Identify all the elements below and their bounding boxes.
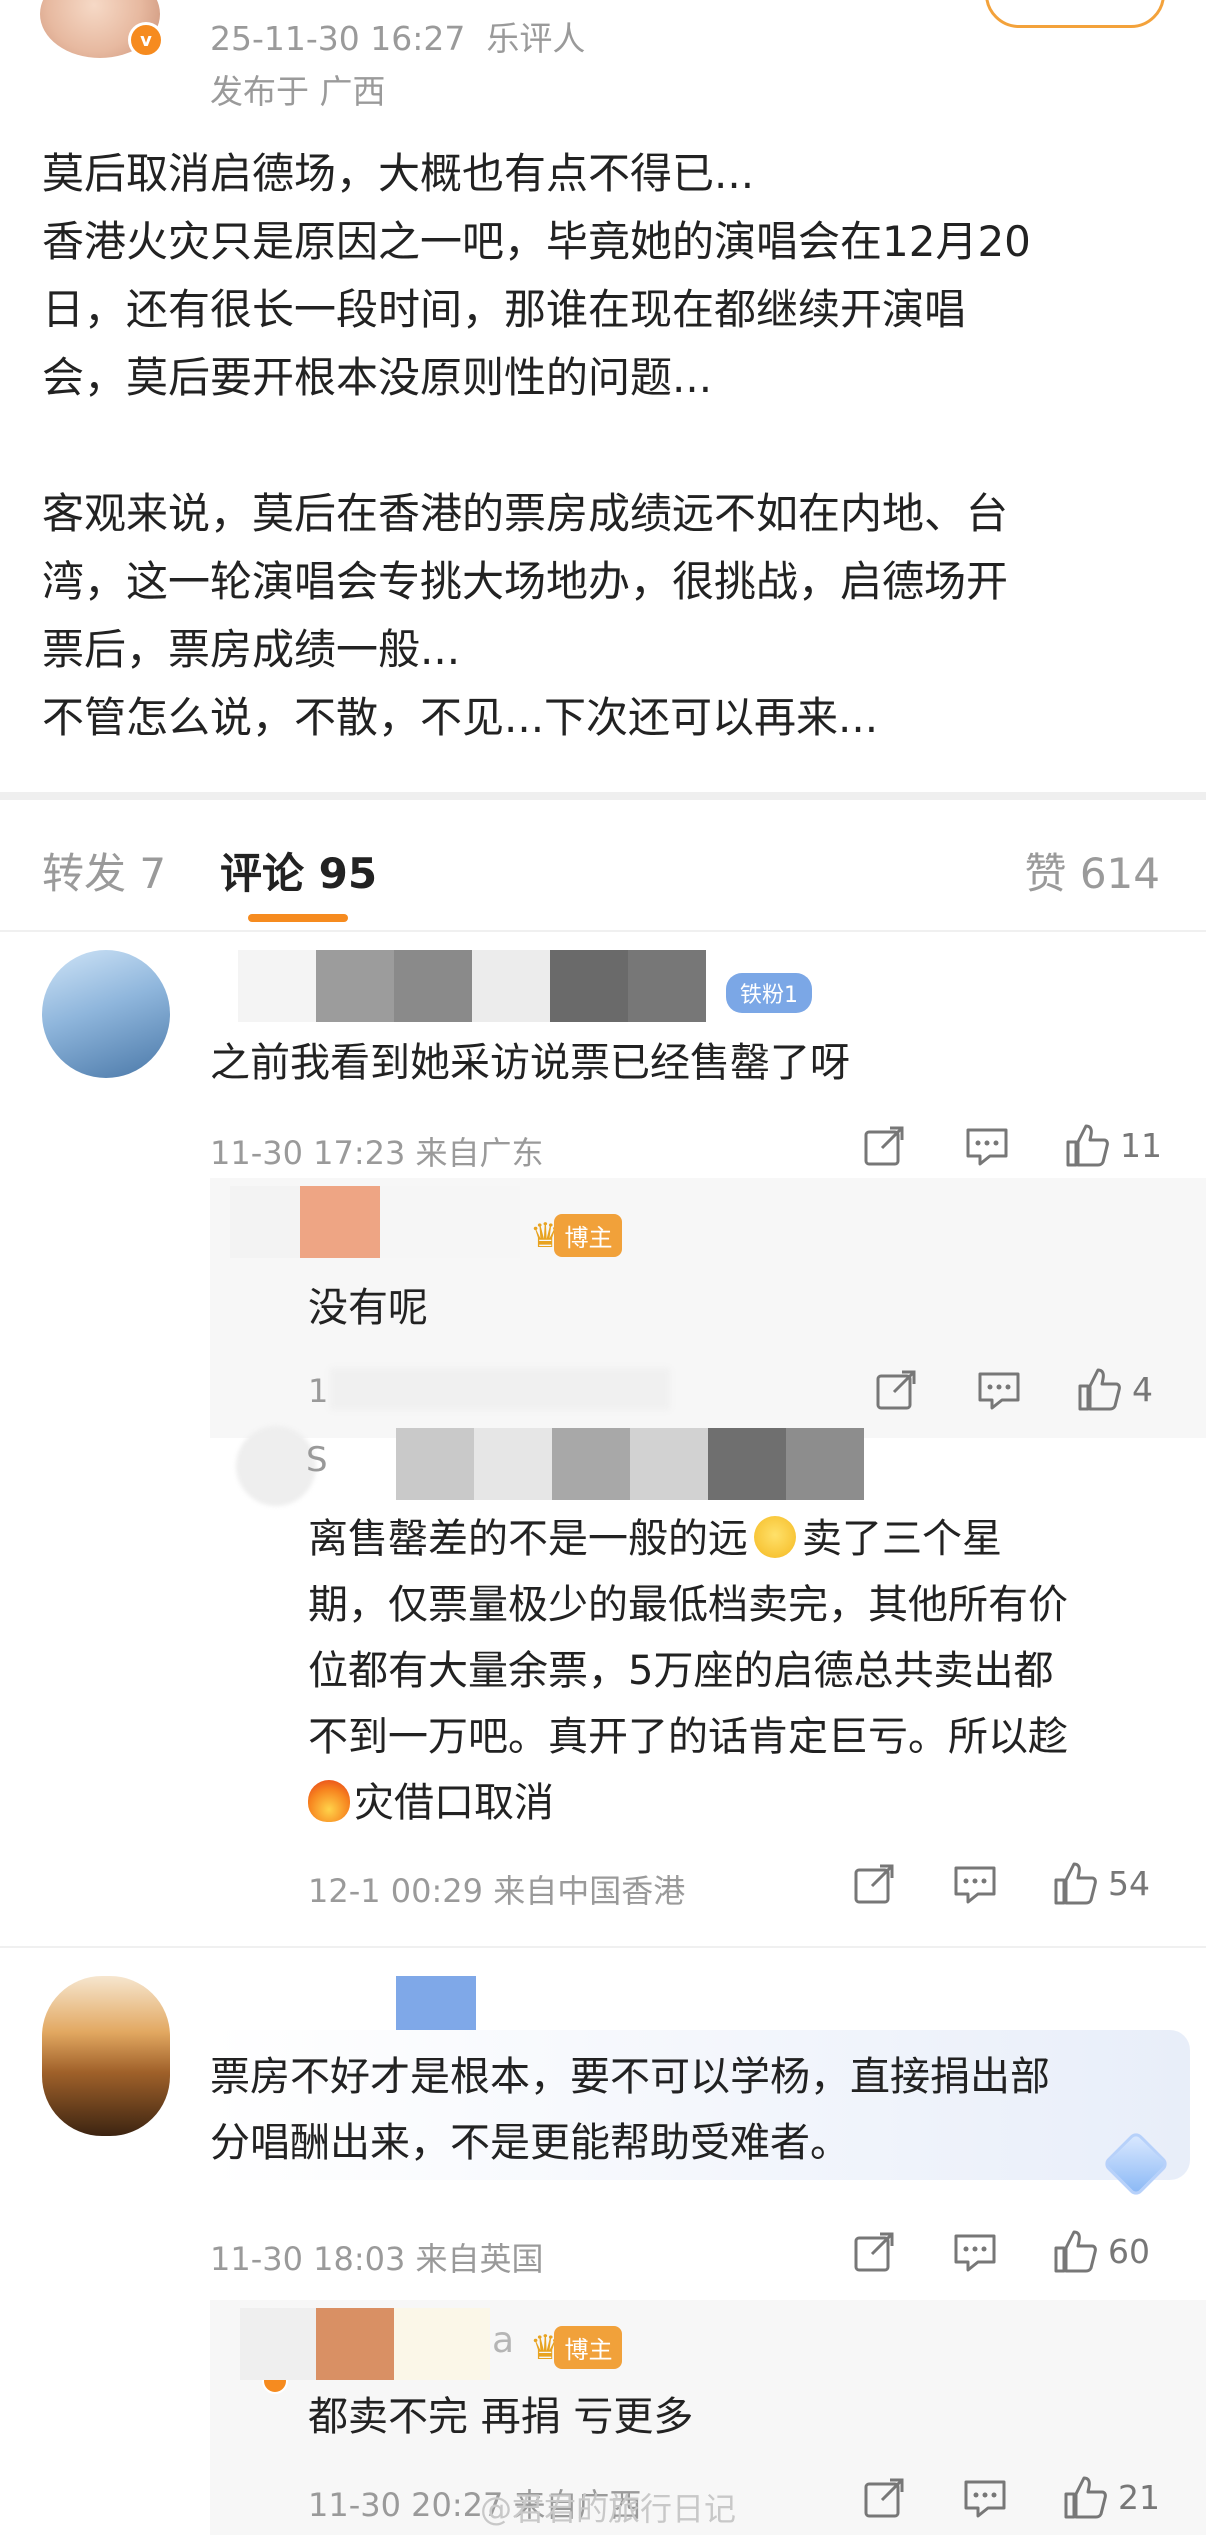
post-line: 会，莫后要开根本没原则性的问题... bbox=[42, 353, 713, 402]
reply-text-line: 不到一万吧。真开了的话肯定巨亏。所以趁 bbox=[308, 1714, 1068, 1760]
comment-icon[interactable] bbox=[976, 1368, 1022, 1412]
blogger-badge: ♛ 博主 bbox=[530, 1214, 623, 1257]
comment-icon[interactable] bbox=[952, 1862, 998, 1906]
fan-badge: 铁粉1 bbox=[726, 973, 812, 1013]
post-line: 票后，票房成绩一般... bbox=[42, 625, 461, 674]
reply-name-blurred[interactable] bbox=[396, 1428, 864, 1500]
comment-icon[interactable] bbox=[952, 2230, 998, 2274]
reply-meta: 1 bbox=[308, 1372, 329, 1410]
post-meta: 25-11-30 16:27 乐评人 bbox=[210, 12, 585, 60]
reply-text-line: 离售罄差的不是一般的远 bbox=[308, 1516, 748, 1562]
verified-icon: v bbox=[128, 22, 164, 58]
share-icon[interactable] bbox=[852, 1862, 896, 1906]
comment-meta: 11-30 18:03 来自英国 bbox=[210, 2240, 544, 2278]
post-source: 乐评人 bbox=[486, 19, 586, 58]
post-line: 湾，这一轮演唱会专挑大场地办，很挑战，启德场开 bbox=[42, 557, 1009, 606]
reply-name-blurred[interactable] bbox=[240, 2308, 490, 2380]
reply-text-line: 期，仅票量极少的最低档卖完，其他所有价 bbox=[308, 1582, 1068, 1628]
like-button[interactable]: 60 bbox=[1052, 2228, 1150, 2274]
reply-text-line: 位都有大量余票，5万座的启德总共卖出都 bbox=[308, 1648, 1054, 1694]
post-location: 发布于 广西 bbox=[210, 72, 386, 111]
comment-text-line: 票房不好才是根本，要不可以学杨，直接捐出部 bbox=[210, 2054, 1050, 2100]
tab-comments[interactable]: 评论 95 bbox=[220, 840, 377, 901]
post-line: 客观来说，莫后在香港的票房成绩远不如在内地、台 bbox=[42, 489, 1009, 538]
reply-avatar[interactable] bbox=[236, 1426, 316, 1506]
post-line: 香港火灾只是原因之一吧，毕竟她的演唱会在12月20 bbox=[42, 217, 1031, 266]
comment-text: 之前我看到她采访说票已经售罄了呀 bbox=[210, 1040, 850, 1086]
post-line: 日，还有很长一段时间，那谁在现在都继续开演唱 bbox=[42, 285, 967, 334]
reply-text: 灾借口取消 bbox=[308, 1770, 554, 1836]
reply-meta: 12-1 00:29 来自中国香港 bbox=[308, 1872, 686, 1910]
post-line: 不管怎么说，不散，不见...下次还可以再来... bbox=[42, 693, 879, 742]
section-divider bbox=[0, 792, 1206, 800]
like-count: 60 bbox=[1108, 2231, 1150, 2271]
comment-divider bbox=[0, 1946, 1206, 1948]
fire-emoji-icon bbox=[308, 1780, 350, 1822]
post-line: 莫后取消启德场，大概也有点不得已... bbox=[42, 149, 755, 198]
share-icon[interactable] bbox=[874, 1368, 918, 1412]
like-button[interactable]: 54 bbox=[1052, 1860, 1150, 1906]
blogger-badge-label: 博主 bbox=[554, 2326, 623, 2369]
commenter-avatar[interactable] bbox=[42, 1976, 170, 2136]
reply-text: 离售罄差的不是一般的远 卖了三个星 bbox=[308, 1506, 1002, 1572]
comment-icon[interactable] bbox=[962, 2476, 1008, 2520]
reply-text-line: 卖了三个星 bbox=[802, 1516, 1002, 1562]
like-count: 21 bbox=[1118, 2477, 1160, 2517]
like-count: 4 bbox=[1132, 1369, 1153, 1409]
commenter-avatar[interactable] bbox=[42, 950, 170, 1078]
watermark: @君君的旅行日记 bbox=[480, 2490, 737, 2528]
like-button[interactable]: 4 bbox=[1076, 1366, 1153, 1412]
commenter-name-blurred[interactable] bbox=[238, 950, 706, 1022]
share-icon[interactable] bbox=[862, 1124, 906, 1168]
follow-button[interactable] bbox=[985, 0, 1165, 28]
post-body: 莫后取消启德场，大概也有点不得已... 香港火灾只是原因之一吧，毕竟她的演唱会在… bbox=[42, 140, 1172, 752]
like-count: 54 bbox=[1108, 1863, 1150, 1903]
like-count: 11 bbox=[1120, 1125, 1162, 1165]
post-timestamp: 25-11-30 16:27 bbox=[210, 19, 466, 58]
comment-icon[interactable] bbox=[964, 1124, 1010, 1168]
comment-meta: 11-30 17:23 来自广东 bbox=[210, 1134, 544, 1172]
tabs-divider bbox=[0, 930, 1206, 932]
blogger-badge: ♛ 博主 bbox=[530, 2326, 623, 2369]
laughing-emoji-icon bbox=[754, 1516, 796, 1558]
blogger-badge-label: 博主 bbox=[554, 1214, 623, 1257]
reply-name-initial: S bbox=[306, 1440, 328, 1480]
reply-name-suffix: a bbox=[492, 2320, 515, 2361]
reply-text: 都卖不完 再捐 亏更多 bbox=[308, 2394, 694, 2440]
share-icon[interactable] bbox=[862, 2476, 906, 2520]
reply-name-blurred[interactable] bbox=[230, 1186, 520, 1258]
reply-text: 没有呢 bbox=[308, 1285, 428, 1331]
like-button[interactable]: 11 bbox=[1064, 1122, 1162, 1168]
tab-likes[interactable]: 赞 614 bbox=[1024, 840, 1160, 901]
comment-text-line: 分唱酬出来，不是更能帮助受难者。 bbox=[210, 2120, 850, 2166]
active-tab-indicator bbox=[248, 914, 348, 922]
share-icon[interactable] bbox=[852, 2230, 896, 2274]
reply-text-line: 灾借口取消 bbox=[354, 1780, 554, 1826]
reply-meta-blurred bbox=[330, 1368, 670, 1410]
like-button[interactable]: 21 bbox=[1062, 2474, 1160, 2520]
tab-repost[interactable]: 转发 7 bbox=[42, 840, 166, 901]
